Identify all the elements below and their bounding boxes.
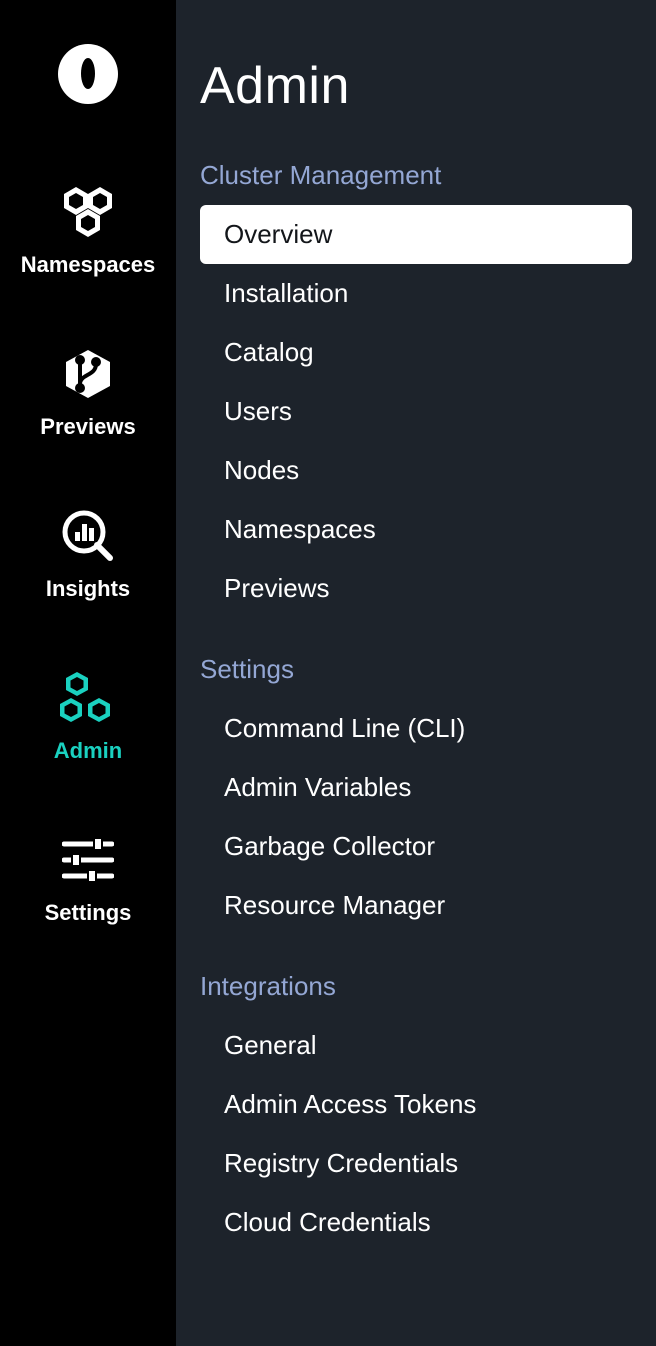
menu-item-garbage-collector[interactable]: Garbage Collector <box>200 817 632 876</box>
logo-icon <box>81 65 95 83</box>
menu-item-overview[interactable]: Overview <box>200 205 632 264</box>
menu-item-admin-access-tokens[interactable]: Admin Access Tokens <box>200 1075 632 1134</box>
nav-label: Insights <box>46 576 130 602</box>
group-settings: Settings Command Line (CLI) Admin Variab… <box>200 654 632 935</box>
menu-item-users[interactable]: Users <box>200 382 632 441</box>
group-heading: Cluster Management <box>200 160 632 191</box>
menu-item-cloud-credentials[interactable]: Cloud Credentials <box>200 1193 632 1252</box>
menu-item-admin-variables[interactable]: Admin Variables <box>200 758 632 817</box>
nav-rail: Namespaces Previews <box>0 0 176 1346</box>
menu-item-registry-credentials[interactable]: Registry Credentials <box>200 1134 632 1193</box>
nav-item-insights[interactable]: Insights <box>46 508 130 602</box>
menu-item-cli[interactable]: Command Line (CLI) <box>200 699 632 758</box>
nav-label: Admin <box>54 738 122 764</box>
nav-item-settings[interactable]: Settings <box>45 832 132 926</box>
menu-item-previews[interactable]: Previews <box>200 559 632 618</box>
page-title: Admin <box>200 56 632 116</box>
menu-item-nodes[interactable]: Nodes <box>200 441 632 500</box>
menu-item-installation[interactable]: Installation <box>200 264 632 323</box>
menu-item-general[interactable]: General <box>200 1016 632 1075</box>
sliders-icon <box>60 832 116 888</box>
hex-cluster-icon <box>60 670 116 726</box>
menu-item-resource-manager[interactable]: Resource Manager <box>200 876 632 935</box>
group-heading: Integrations <box>200 971 632 1002</box>
nav-item-previews[interactable]: Previews <box>40 346 135 440</box>
group-integrations: Integrations General Admin Access Tokens… <box>200 971 632 1252</box>
nav-item-namespaces[interactable]: Namespaces <box>21 184 156 278</box>
chart-search-icon <box>60 508 116 564</box>
menu-item-catalog[interactable]: Catalog <box>200 323 632 382</box>
group-cluster-management: Cluster Management Overview Installation… <box>200 160 632 618</box>
nav-label: Previews <box>40 414 135 440</box>
branch-hex-icon <box>60 346 116 402</box>
group-heading: Settings <box>200 654 632 685</box>
logo[interactable] <box>58 44 118 104</box>
nav-label: Settings <box>45 900 132 926</box>
hexagons-icon <box>60 184 116 240</box>
nav-item-admin[interactable]: Admin <box>54 670 122 764</box>
admin-panel: Admin Cluster Management Overview Instal… <box>176 0 656 1346</box>
menu-item-namespaces[interactable]: Namespaces <box>200 500 632 559</box>
nav-label: Namespaces <box>21 252 156 278</box>
